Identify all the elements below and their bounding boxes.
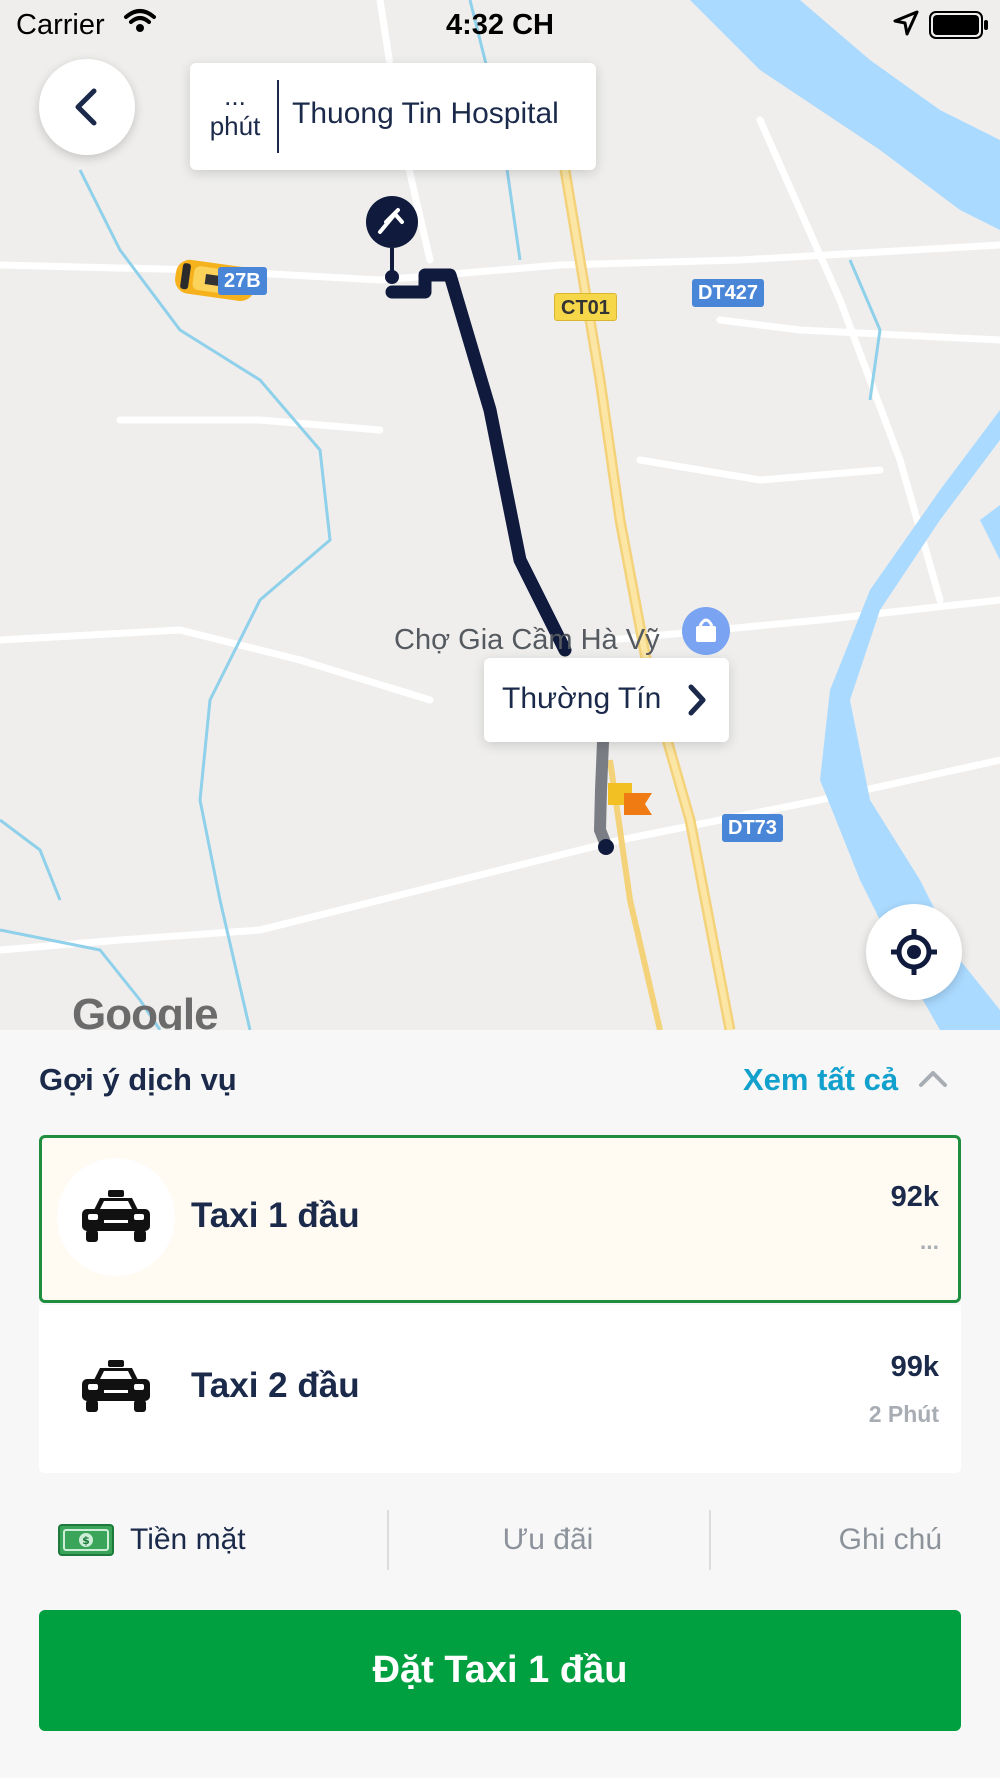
book-taxi-button[interactable]: Đặt Taxi 1 đầu [39,1610,961,1731]
service-option-taxi-2[interactable]: Taxi 2 đầu 99k 2 Phút [39,1305,961,1473]
pickup-name: Thường Tín [502,682,662,715]
back-button[interactable] [39,59,135,155]
see-all-link[interactable]: Xem tất cả [743,1062,898,1098]
service-eta: 2 Phút [868,1401,939,1427]
service-sheet: Gợi ý dịch vụ Xem tất cả Taxi 1 đầu 92k … [0,1030,1000,1778]
battery-icon [929,11,989,47]
sheet-header: Gợi ý dịch vụ Xem tất cả [0,1030,1000,1135]
promo-button[interactable]: Ưu đãi [388,1500,708,1580]
payment-label: Tiền mặt [130,1523,246,1556]
poi-label[interactable]: Chợ Gia Cầm Hà Vỹ [394,624,660,657]
svg-text:$: $ [82,1534,90,1547]
booking-options: $ Tiền mặt Ưu đãi Ghi chú [0,1500,1000,1580]
eta-unit: phút [209,111,261,141]
status-bar: Carrier 4:32 CH [0,0,1000,50]
chevron-left-icon [75,88,97,126]
divider [277,80,279,153]
map-view[interactable]: Carrier 4:32 CH ... phút Thuong Tin Hosp… [0,0,1000,1030]
google-logo: Google [72,990,219,1030]
note-button[interactable]: Ghi chú [712,1500,942,1580]
road-badge-dt73: DT73 [722,814,783,842]
clock: 4:32 CH [446,9,554,41]
taxi-icon [82,1360,150,1412]
taxi-icon-container [57,1328,175,1446]
sheet-title: Gợi ý dịch vụ [39,1062,237,1097]
separator [709,1510,711,1570]
pickup-callout[interactable]: Thường Tín [484,658,729,742]
service-eta: ... [919,1228,939,1254]
chevron-right-icon [688,684,706,716]
destination-card[interactable]: ... phút Thuong Tin Hospital [190,63,596,170]
road-badge-27b: 27B [218,267,267,295]
road-badge-ct01: CT01 [554,293,617,321]
crosshair-icon [891,929,937,975]
service-option-taxi-1[interactable]: Taxi 1 đầu 92k ... [39,1135,961,1303]
service-price: 92k [890,1181,939,1213]
destination-pin [366,196,418,284]
location-arrow-icon [893,10,919,44]
eta-value: ... [224,81,246,111]
road-badge-dt427: DT427 [692,279,765,307]
service-price: 99k [890,1351,939,1383]
taxi-icon [82,1190,150,1242]
payment-method-button[interactable]: $ Tiền mặt [58,1500,246,1580]
my-location-button[interactable] [866,904,962,1000]
eta-box: ... phút [190,63,280,170]
service-name: Taxi 1 đầu [191,1196,360,1235]
note-label: Ghi chú [838,1523,942,1556]
service-name: Taxi 2 đầu [191,1366,360,1405]
cash-icon: $ [58,1524,114,1556]
destination-name: Thuong Tin Hospital [292,97,559,130]
taxi-icon-container [57,1158,175,1276]
promo-label: Ưu đãi [502,1523,594,1556]
chevron-up-icon[interactable] [918,1068,948,1088]
